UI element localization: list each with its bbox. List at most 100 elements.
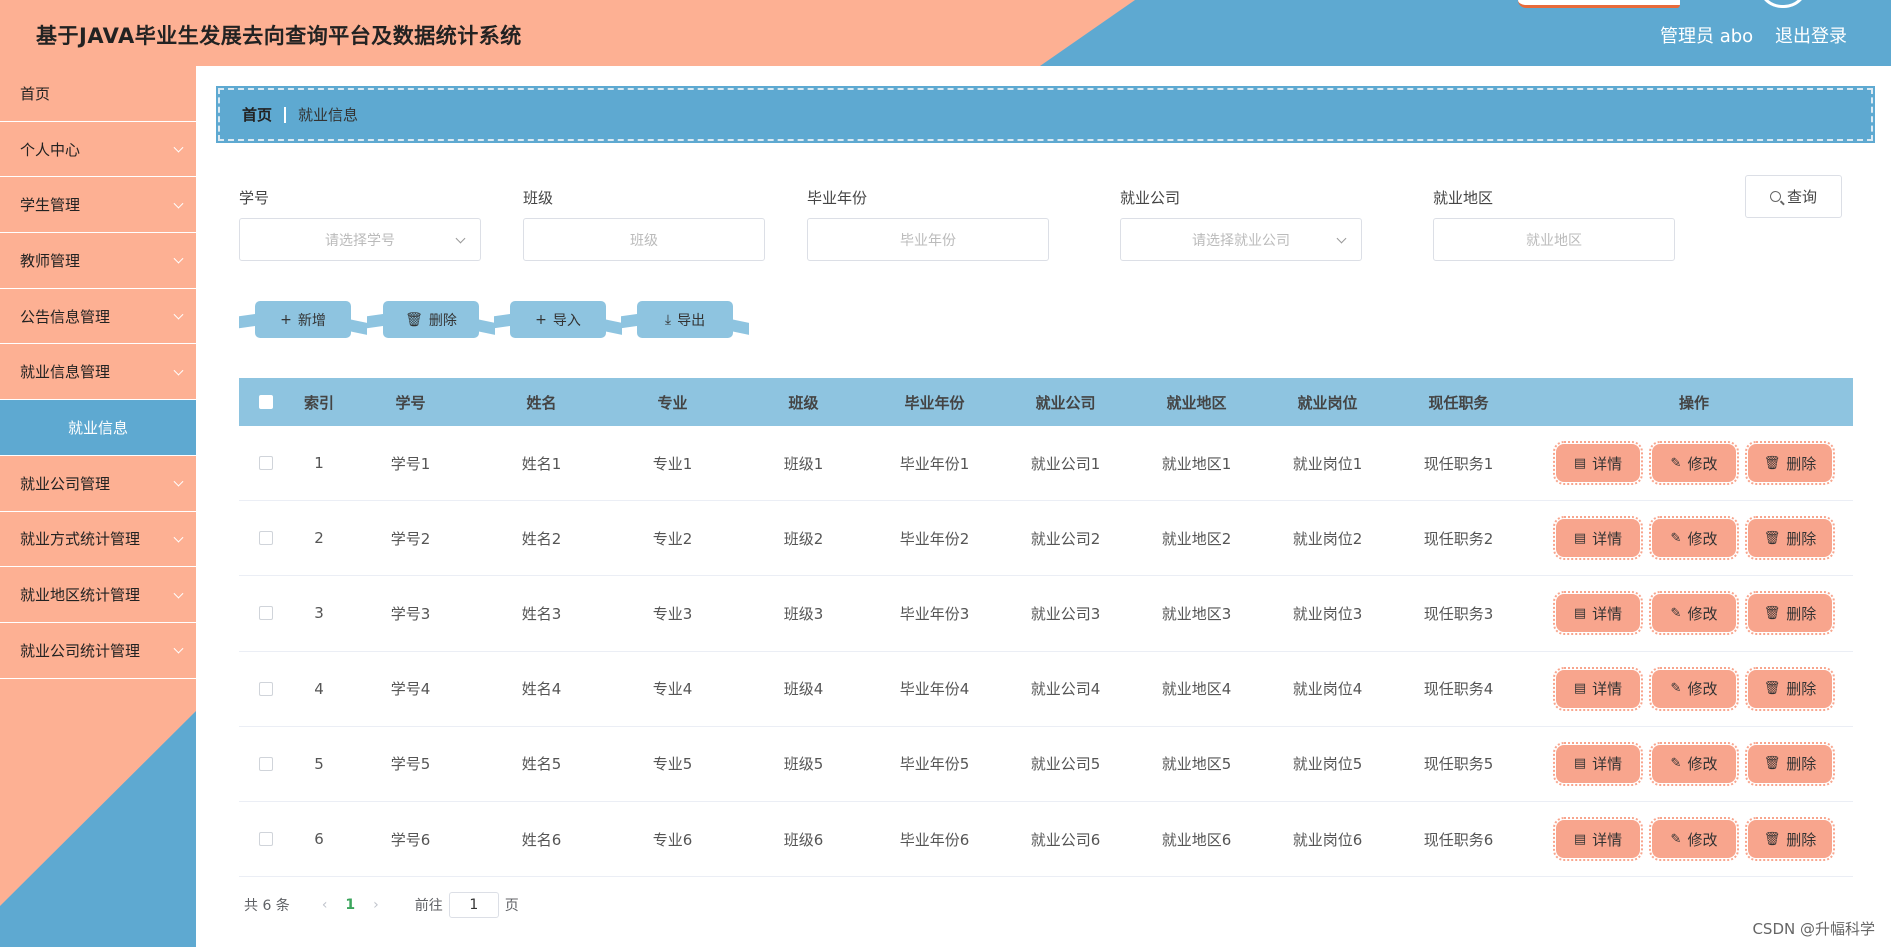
batch-delete-button[interactable]: 🗑 删除 (383, 301, 479, 338)
edit-button[interactable]: ✎ 修改 (1649, 516, 1739, 561)
column-header: 姓名 (526, 393, 557, 412)
table-cell: 6 (314, 830, 324, 849)
pencil-icon: ✎ (1670, 455, 1682, 471)
goto-page-input[interactable]: 1 (448, 892, 499, 918)
query-button[interactable]: 查询 (1745, 175, 1842, 218)
delete-button[interactable]: 🗑 删除 (1745, 516, 1835, 561)
detail-button[interactable]: ▤ 详情 (1553, 741, 1643, 786)
sidebar: 首页 个人中心 学生管理 教师管理 公告信息管理 就业信息管理 就业信息 就业公司管理 就业方式… (0, 66, 196, 947)
table-cell: 现任职务5 (1423, 755, 1494, 774)
row-checkbox-cell (239, 531, 293, 546)
export-button[interactable]: ⤓ 导出 (637, 301, 733, 338)
table-body: 1 学号1 姓名1 专业1 班级1 毕业年份1 就业公司1 就业地区1 就业岗位1 现任职务1 ▤ 详… (239, 426, 1854, 878)
detail-button[interactable]: ▤ 详情 (1553, 817, 1643, 862)
sidebar-item[interactable]: 公告信息管理 (0, 288, 196, 345)
sidebar-item[interactable]: 教师管理 (0, 233, 196, 289)
row-checkbox[interactable] (259, 531, 273, 546)
table-cell: 现任职务1 (1423, 454, 1494, 473)
detail-button[interactable]: ▤ 详情 (1553, 591, 1643, 636)
row-checkbox-cell (239, 756, 293, 771)
detail-button[interactable]: ▤ 详情 (1553, 516, 1643, 561)
detail-button[interactable]: ▤ 详情 (1553, 666, 1643, 711)
row-actions: ▤ 详情 ✎ 修改 🗑 删除 (1524, 666, 1854, 711)
pencil-icon: ✎ (1670, 605, 1682, 621)
table-cell: 姓名5 (521, 755, 562, 774)
row-checkbox[interactable] (259, 756, 273, 771)
edit-button-label: 修改 (1687, 830, 1718, 849)
logout-link[interactable]: 退出登录 (1775, 22, 1847, 48)
trash-icon: 🗑 (1763, 756, 1781, 772)
prev-page-icon[interactable]: ‹ (322, 897, 328, 913)
delete-button-label: 删除 (1786, 529, 1817, 548)
delete-button-label: 删除 (1786, 755, 1817, 774)
row-checkbox[interactable] (259, 832, 273, 847)
row-checkbox[interactable] (259, 681, 273, 696)
sidebar-item[interactable]: 就业信息管理 (0, 344, 196, 401)
edit-button[interactable]: ✎ 修改 (1649, 741, 1739, 786)
sidebar-item[interactable]: 就业公司管理 (0, 455, 196, 512)
search-select[interactable]: 请选择就业公司 (1120, 218, 1362, 261)
delete-button[interactable]: 🗑 删除 (1745, 741, 1835, 786)
detail-button[interactable]: ▤ 详情 (1553, 441, 1643, 486)
sidebar-item[interactable]: 个人中心 (0, 121, 196, 178)
delete-button[interactable]: 🗑 删除 (1745, 817, 1835, 862)
search-input[interactable]: 就业地区 (1433, 218, 1675, 261)
add-button-label: 新增 (297, 312, 326, 329)
table-cell: 就业公司5 (1030, 755, 1101, 774)
detail-button-label: 详情 (1592, 529, 1623, 548)
breadcrumb-home[interactable]: 首页 (242, 104, 272, 125)
row-checkbox[interactable] (259, 606, 273, 621)
table-row: 4 学号4 姓名4 专业4 班级4 毕业年份4 就业公司4 就业地区4 就业岗位4 现任职务4 ▤ 详… (239, 652, 1853, 727)
edit-button[interactable]: ✎ 修改 (1649, 591, 1739, 636)
table-cell: 现任职务4 (1423, 680, 1494, 699)
column-header: 就业公司 (1035, 393, 1096, 412)
sidebar-item[interactable]: 学生管理 (0, 177, 196, 234)
table-cell: 就业岗位3 (1292, 604, 1363, 623)
edit-button[interactable]: ✎ 修改 (1649, 441, 1739, 486)
add-button[interactable]: + 新增 (255, 301, 351, 338)
document-icon: ▤ (1573, 530, 1587, 546)
table-cell: 班级4 (783, 680, 824, 699)
pagination-total: 共 6 条 (244, 898, 290, 914)
row-actions: ▤ 详情 ✎ 修改 🗑 删除 (1524, 817, 1854, 862)
detail-button-label: 详情 (1592, 454, 1623, 473)
sidebar-item[interactable]: 就业公司统计管理 (0, 622, 196, 679)
next-page-icon[interactable]: › (373, 897, 379, 913)
search-input[interactable]: 毕业年份 (807, 218, 1049, 261)
edit-button[interactable]: ✎ 修改 (1649, 666, 1739, 711)
table-cell: 班级5 (783, 755, 824, 774)
edit-button[interactable]: ✎ 修改 (1649, 817, 1739, 862)
column-header: 学号 (395, 393, 426, 412)
page-number[interactable]: 1 (345, 897, 355, 913)
import-button[interactable]: + 导入 (510, 301, 606, 338)
table-cell: 就业公司4 (1030, 680, 1101, 699)
sidebar-item[interactable]: 就业信息 (0, 400, 196, 456)
sidebar-item-label: 就业地区统计管理 (20, 586, 141, 605)
trash-icon: 🗑 (1763, 455, 1781, 471)
table-cell: 班级1 (783, 454, 824, 473)
delete-button[interactable]: 🗑 删除 (1745, 591, 1835, 636)
table-cell: 学号3 (390, 604, 431, 623)
search-input[interactable]: 班级 (523, 218, 765, 261)
column-header: 专业 (657, 393, 688, 412)
sidebar-item[interactable]: 就业地区统计管理 (0, 567, 196, 623)
search-field-label: 学号 (239, 189, 270, 207)
chevron-down-icon (173, 142, 184, 153)
search-select[interactable]: 请选择学号 (239, 218, 481, 261)
table-cell: 学号6 (390, 830, 431, 849)
table-cell: 就业地区6 (1161, 830, 1232, 849)
edit-button-label: 修改 (1687, 454, 1718, 473)
top-header: 基于JAVA毕业生发展去向查询平台及数据统计系统 管理员 abo 退出登录 (0, 0, 1891, 66)
sidebar-item[interactable]: 就业方式统计管理 (0, 511, 196, 568)
column-header: 就业地区 (1166, 393, 1227, 412)
edit-button-label: 修改 (1687, 755, 1718, 774)
sidebar-item[interactable]: 首页 (0, 66, 196, 122)
row-actions: ▤ 详情 ✎ 修改 🗑 删除 (1524, 741, 1854, 786)
row-checkbox[interactable] (259, 456, 273, 471)
select-all-checkbox[interactable] (259, 395, 273, 409)
table-row: 3 学号3 姓名3 专业3 班级3 毕业年份3 就业公司3 就业地区3 就业岗位3 现任职务3 ▤ 详… (239, 576, 1853, 652)
delete-button[interactable]: 🗑 删除 (1745, 666, 1835, 711)
table-cell: 就业公司2 (1030, 529, 1101, 548)
delete-button[interactable]: 🗑 删除 (1745, 441, 1835, 486)
document-icon: ▤ (1573, 831, 1587, 847)
